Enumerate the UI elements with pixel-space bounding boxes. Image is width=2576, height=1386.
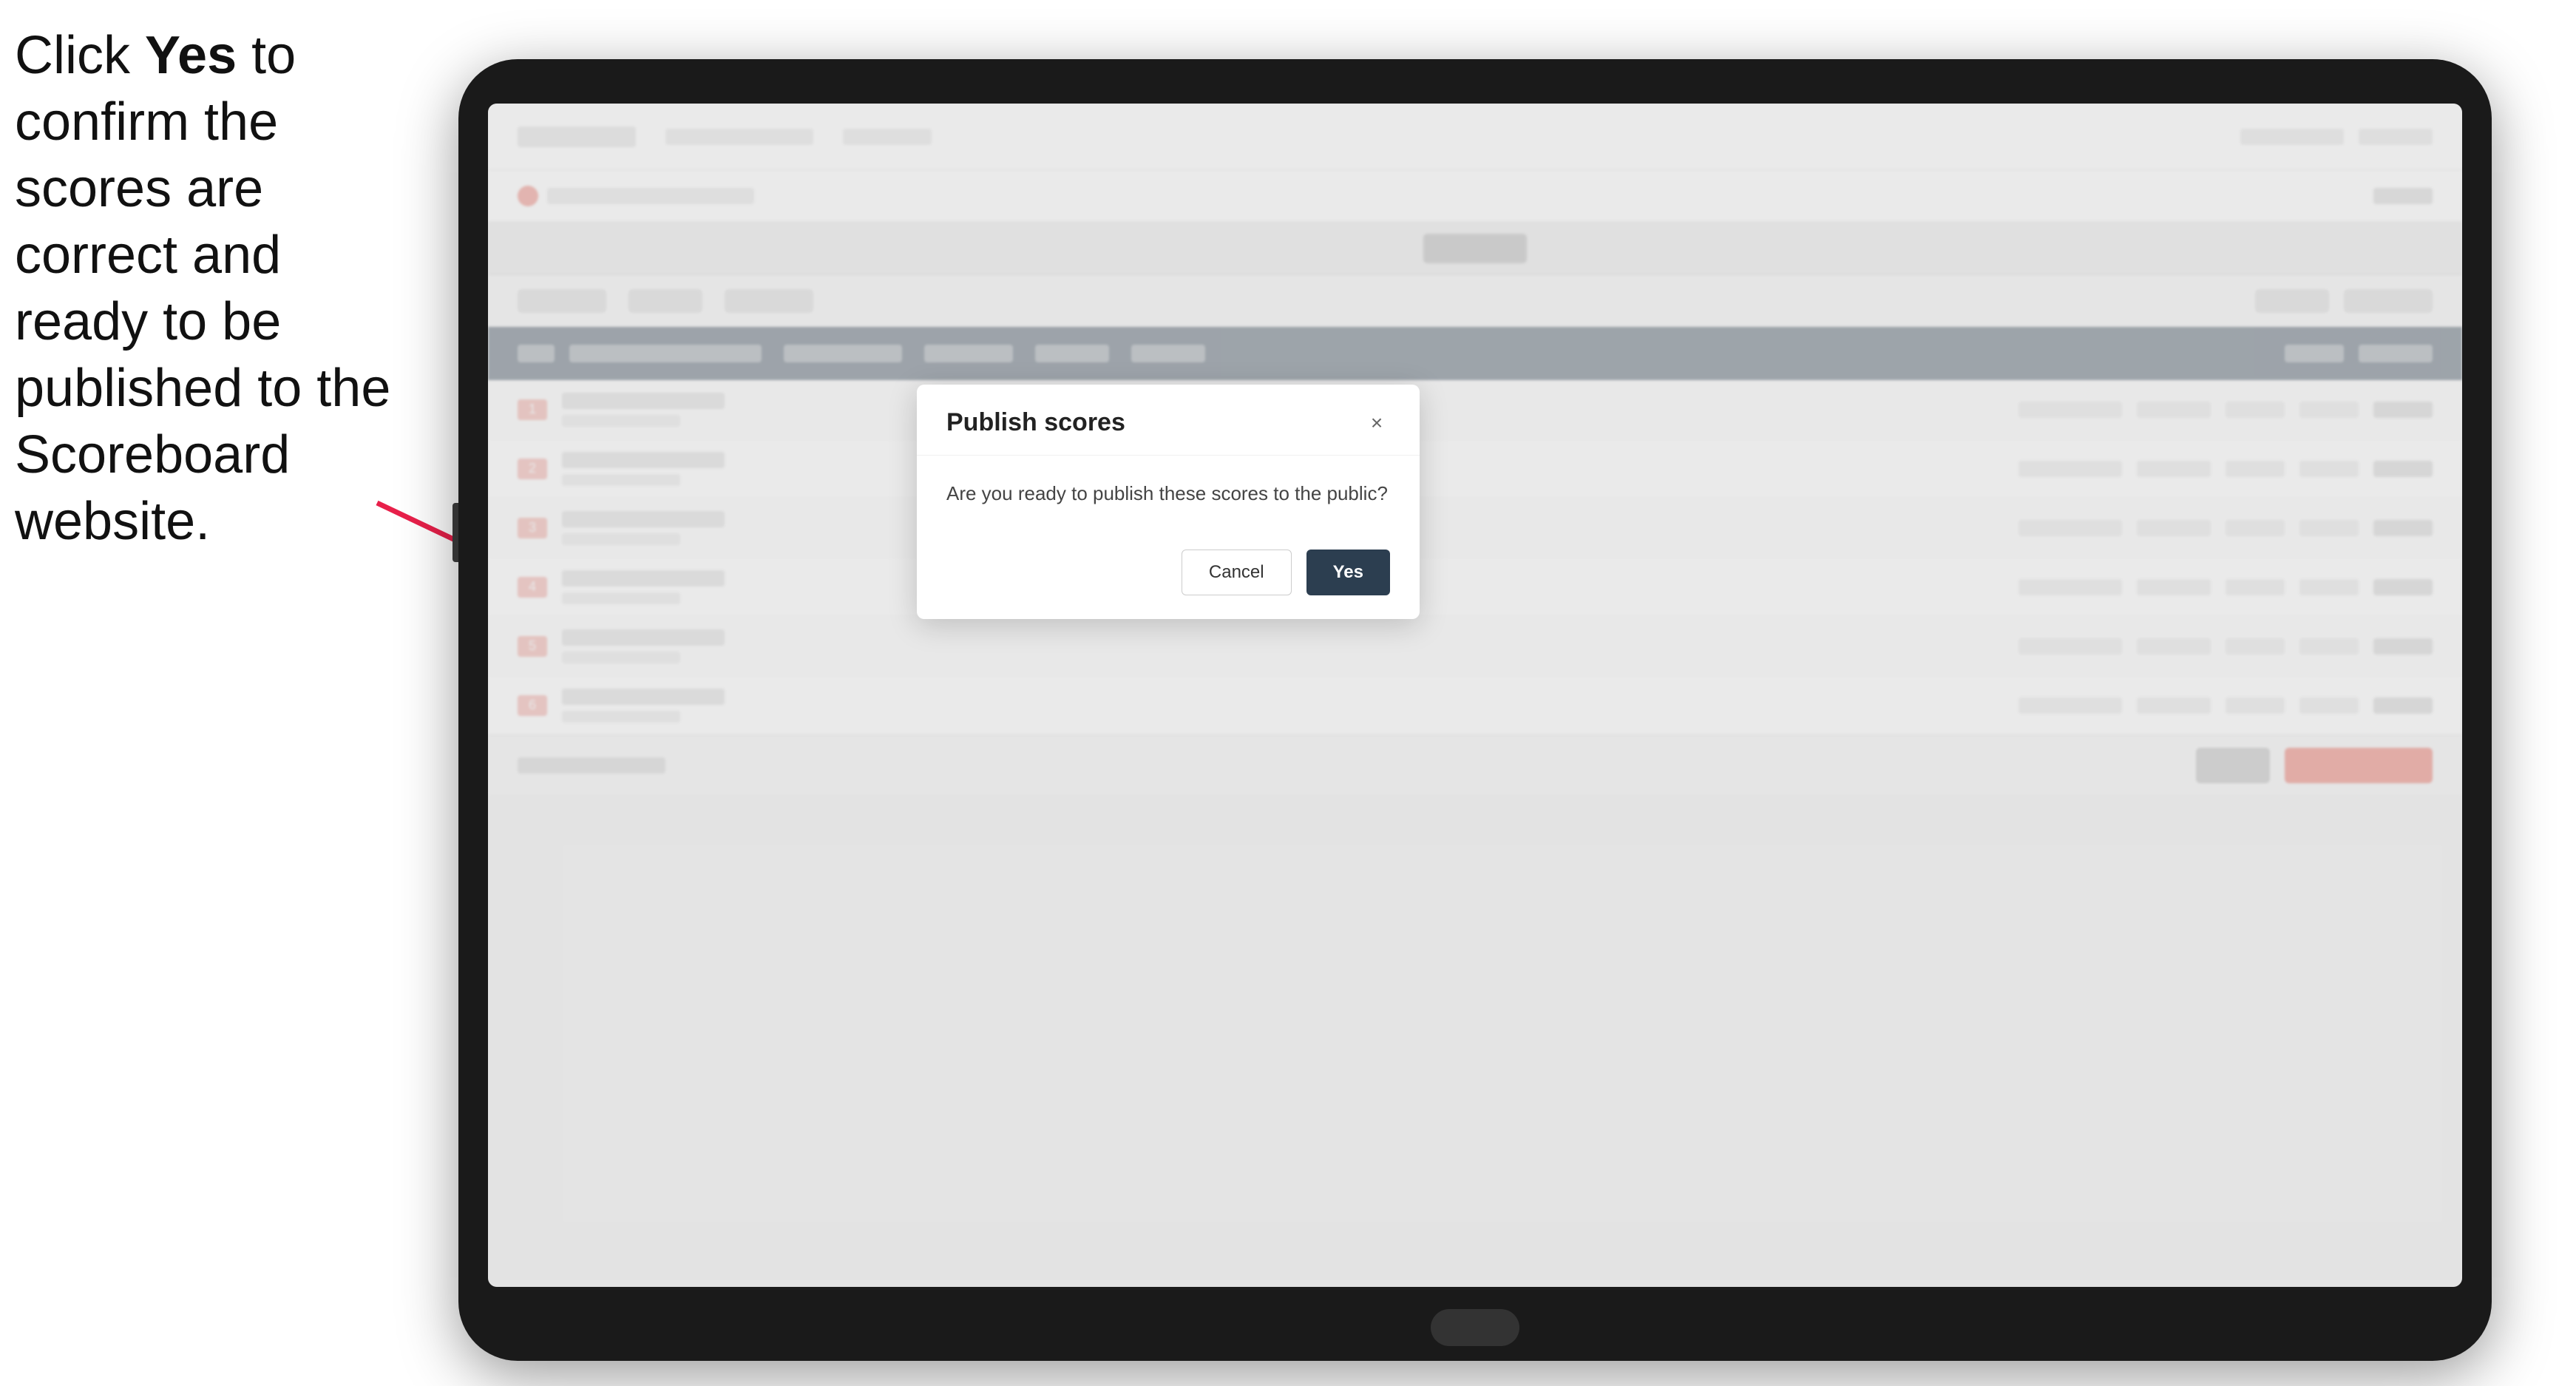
publish-scores-modal: Publish scores × Are you ready to publis…: [917, 385, 1420, 619]
annotation-prefix: Click: [15, 26, 145, 85]
cancel-button[interactable]: Cancel: [1182, 550, 1292, 595]
tablet-screen: 1 2: [488, 104, 2462, 1287]
modal-overlay: Publish scores × Are you ready to publis…: [488, 104, 2462, 1287]
tablet-device: 1 2: [458, 59, 2492, 1361]
modal-message: Are you ready to publish these scores to…: [946, 479, 1390, 508]
modal-title: Publish scores: [946, 408, 1125, 437]
modal-body: Are you ready to publish these scores to…: [917, 456, 1420, 532]
annotation-bold: Yes: [145, 26, 237, 85]
tablet-side-button: [453, 503, 458, 562]
tablet-home-bar: [1431, 1309, 1519, 1346]
modal-header: Publish scores ×: [917, 385, 1420, 456]
annotation-suffix: to confirm the scores are correct and re…: [15, 26, 390, 551]
modal-footer: Cancel Yes: [917, 532, 1420, 619]
annotation-text: Click Yes to confirm the scores are corr…: [15, 22, 429, 555]
yes-button[interactable]: Yes: [1306, 550, 1390, 595]
modal-close-button[interactable]: ×: [1363, 410, 1390, 436]
